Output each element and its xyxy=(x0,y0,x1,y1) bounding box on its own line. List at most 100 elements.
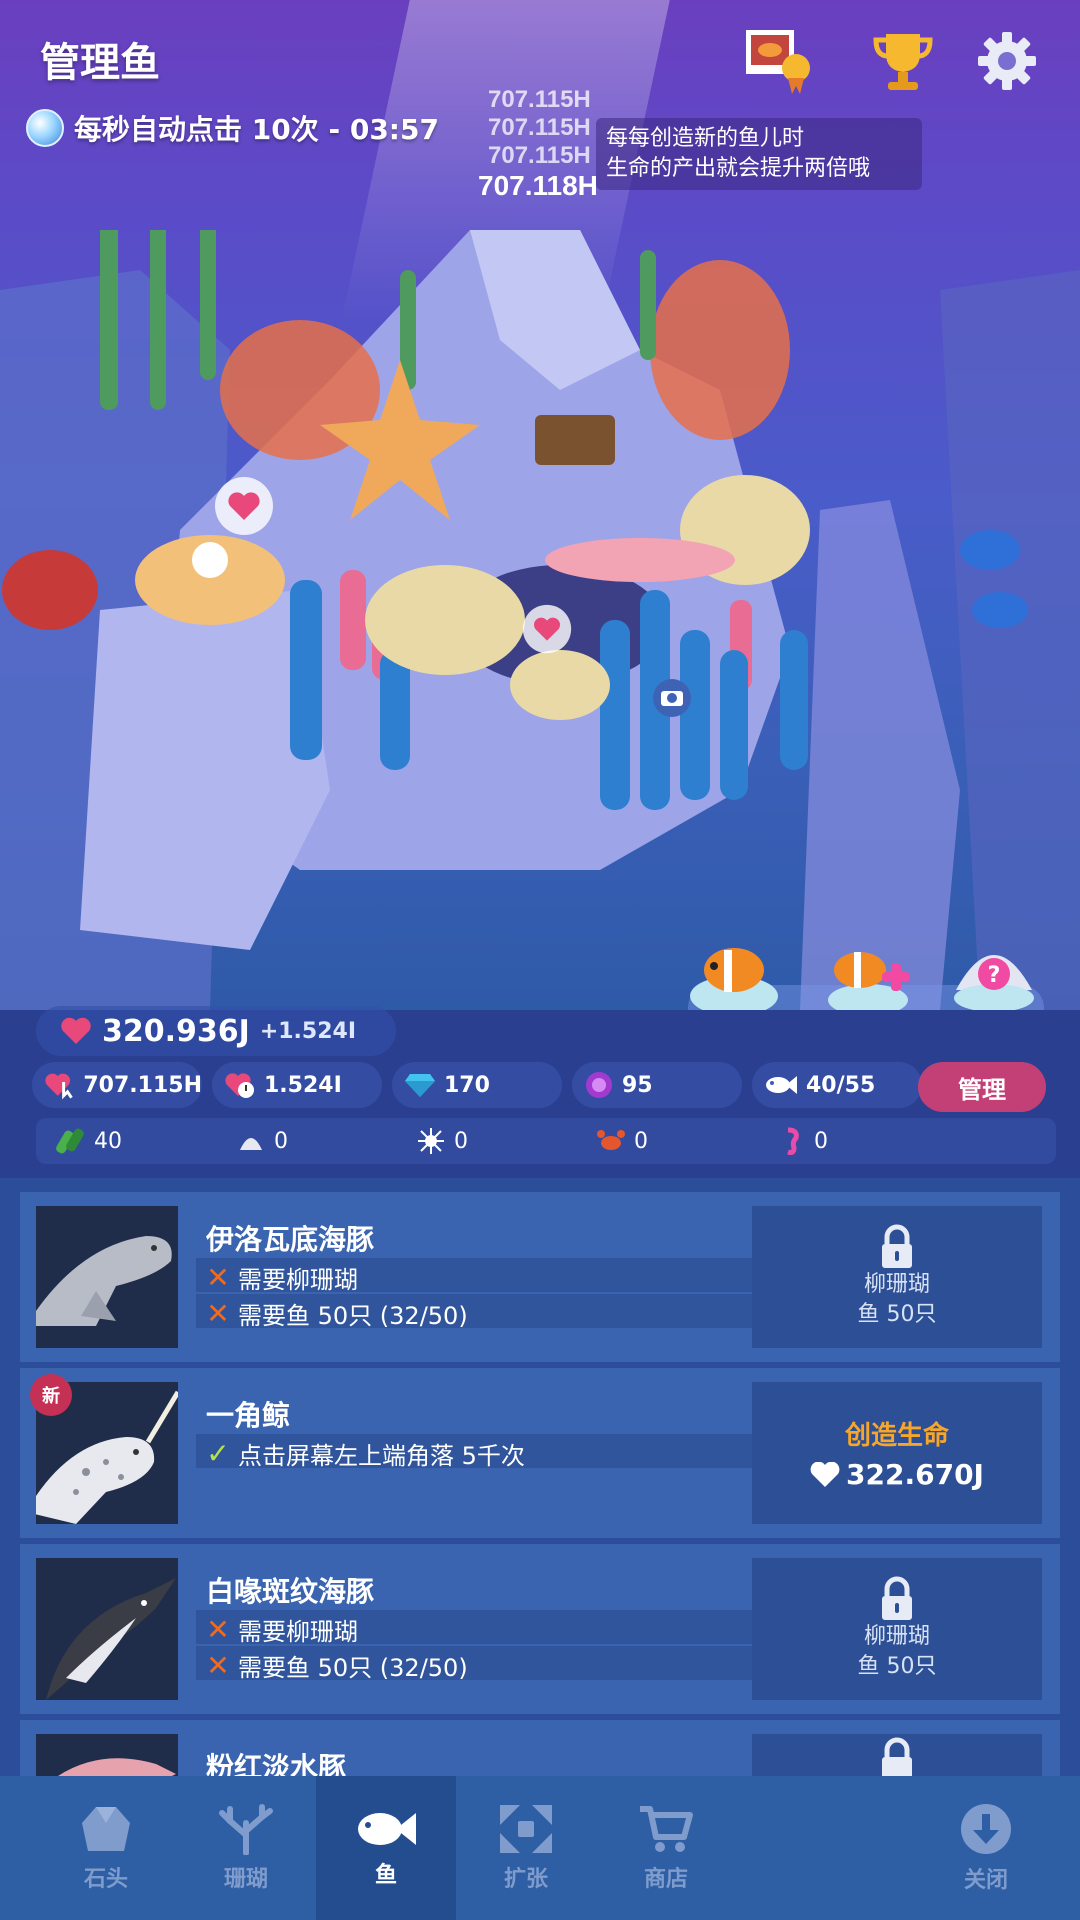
pearls-value: 95 xyxy=(622,1072,653,1098)
tab-label: 鱼 xyxy=(374,1863,397,1888)
life-rate-value: +1.524I xyxy=(259,1018,357,1044)
lock-requirement-label: 柳珊瑚 xyxy=(863,1272,930,1297)
manage-button[interactable]: 管理 xyxy=(918,1062,1046,1112)
fish-icon xyxy=(766,1076,797,1094)
tab-label: 石头 xyxy=(83,1867,128,1892)
tab-fish[interactable]: 鱼 xyxy=(316,1776,456,1920)
requirement-text: 需要柳珊瑚 xyxy=(238,1266,358,1294)
photo-album-icon[interactable] xyxy=(742,26,812,96)
create-cost-value: 322.670J xyxy=(846,1458,984,1491)
heart-icon xyxy=(61,1017,91,1044)
tab-label: 关闭 xyxy=(963,1868,1008,1893)
lock-icon xyxy=(882,1576,912,1620)
lock-requirement-label: 柳珊瑚 xyxy=(863,1624,930,1649)
lock-icon xyxy=(882,1224,912,1268)
fish-thumbnail xyxy=(36,1558,178,1700)
cross-icon: ✕ xyxy=(206,1649,230,1682)
fish-icon xyxy=(358,1813,416,1845)
fish-count-value: 40/55 xyxy=(806,1072,876,1098)
pearls-stat: 95 xyxy=(572,1062,742,1108)
tab-rock[interactable]: 石头 xyxy=(36,1776,176,1920)
cross-icon: ✕ xyxy=(206,1261,230,1294)
resource-crab: 0 xyxy=(576,1126,756,1156)
floating-number: 707.115H xyxy=(488,114,591,141)
list-item[interactable]: 白喙斑纹海豚 ✕ 需要柳珊瑚 ✕ 需要鱼 50只 (32/50) 柳珊瑚 鱼 5… xyxy=(20,1544,1060,1714)
mystery-shell-icon[interactable]: ? xyxy=(946,930,1042,1010)
fish-name: 粉红淡水豚 xyxy=(206,1751,347,1776)
clownfish-shell-icon[interactable] xyxy=(686,930,782,1010)
aquarium-scene[interactable]: 管理鱼 每秒自动点击 10次 - 03:57 707.115H 707.115H… xyxy=(0,0,1080,1010)
resource-value: 0 xyxy=(814,1128,828,1154)
fish-count-stat: 40/55 xyxy=(752,1062,922,1108)
resource-urchin: 0 xyxy=(396,1126,576,1156)
expand-icon xyxy=(500,1805,552,1853)
diamond-icon xyxy=(405,1074,435,1097)
fish-thumbnail xyxy=(36,1206,178,1348)
requirement-text: 点击屏幕左上端角落 5千次 xyxy=(238,1442,525,1470)
per-second-stat: 1.524I xyxy=(212,1062,382,1108)
pearl-icon xyxy=(586,1072,612,1098)
lock-requirement-label: 鱼 50只 xyxy=(857,1654,937,1679)
create-life-button[interactable]: 创造生命 322.670J xyxy=(752,1382,1042,1524)
urchin-icon xyxy=(418,1128,444,1154)
life-total-display: 320.936J +1.524I xyxy=(36,1006,396,1056)
resource-value: 0 xyxy=(274,1128,288,1154)
tip-message: 每每创造新的鱼儿时 生命的产出就会提升两倍哦 xyxy=(596,118,922,190)
heart-bubble-icon[interactable] xyxy=(522,604,572,654)
list-item[interactable]: 新 一角鲸 ✓ 点击屏幕左上端角落 5千次 创造生命 322.670J xyxy=(20,1368,1060,1538)
heart-clock-icon xyxy=(225,1073,254,1098)
new-badge: 新 xyxy=(30,1374,72,1416)
tab-coral[interactable]: 珊瑚 xyxy=(176,1776,316,1920)
list-item[interactable]: 粉红淡水豚 xyxy=(20,1720,1060,1776)
camera-icon[interactable] xyxy=(652,678,692,718)
irrawaddy-dolphin-image xyxy=(36,1236,172,1326)
fish-list[interactable]: 伊洛瓦底海豚 ✕ 需要柳珊瑚 ✕ 需要鱼 50只 (32/50) 柳珊瑚 鱼 5… xyxy=(0,1178,1080,1776)
auto-tap-label: 每秒自动点击 10次 - 03:57 xyxy=(74,113,439,146)
close-down-icon xyxy=(961,1804,1011,1854)
per-tap-value: 707.115H xyxy=(83,1072,202,1098)
page-title: 管理鱼 xyxy=(40,40,160,86)
heart-bubble-icon[interactable] xyxy=(214,476,274,536)
per-tap-stat: 707.115H xyxy=(32,1062,202,1108)
settings-gear-icon[interactable] xyxy=(972,26,1042,96)
seaweed-icon xyxy=(56,1128,84,1154)
resources-row: 40 0 0 0 0 xyxy=(36,1118,1056,1164)
create-life-label: 创造生命 xyxy=(844,1421,949,1451)
requirement-text: 需要鱼 50只 (32/50) xyxy=(238,1654,468,1682)
tab-label: 扩张 xyxy=(503,1867,548,1892)
trophy-icon[interactable] xyxy=(868,26,938,96)
stats-panel: 320.936J +1.524I 707.115H 1.524I 170 95 … xyxy=(20,1000,1060,1172)
auto-tap-orb-icon xyxy=(26,109,64,147)
resource-seaweed: 40 xyxy=(36,1126,216,1156)
lock-icon xyxy=(882,1737,912,1776)
locked-panel[interactable] xyxy=(752,1734,1042,1776)
per-second-value: 1.524I xyxy=(264,1072,342,1098)
floating-number: 707.115H xyxy=(488,86,591,113)
tab-shop[interactable]: 商店 xyxy=(596,1776,736,1920)
svg-text:?: ? xyxy=(988,963,1001,988)
add-fish-shell-icon[interactable] xyxy=(820,930,916,1010)
tab-label: 珊瑚 xyxy=(223,1867,268,1892)
heart-tap-icon xyxy=(45,1073,73,1100)
tab-close[interactable]: 关闭 xyxy=(916,1776,1056,1920)
resource-value: 0 xyxy=(634,1128,648,1154)
check-icon: ✓ xyxy=(206,1437,230,1470)
tip-line: 每每创造新的鱼儿时 xyxy=(606,126,805,151)
white-beaked-dolphin-image xyxy=(46,1578,176,1700)
cross-icon: ✕ xyxy=(206,1297,230,1330)
bottom-tab-bar: 石头 珊瑚 鱼 扩张 商店 关闭 xyxy=(0,1776,1080,1920)
gems-stat: 170 xyxy=(392,1062,562,1108)
tip-line: 生命的产出就会提升两倍哦 xyxy=(606,156,871,181)
auto-tap-status[interactable]: 每秒自动点击 10次 - 03:57 xyxy=(26,106,439,150)
lock-requirement-label: 鱼 50只 xyxy=(857,1302,937,1327)
resource-seahorse: 0 xyxy=(756,1126,936,1156)
locked-panel[interactable]: 柳珊瑚 鱼 50只 xyxy=(752,1206,1042,1348)
requirement-line: ✓ 点击屏幕左上端角落 5千次 xyxy=(204,1436,525,1471)
tab-expand[interactable]: 扩张 xyxy=(456,1776,596,1920)
locked-panel[interactable]: 柳珊瑚 鱼 50只 xyxy=(752,1558,1042,1700)
gems-value: 170 xyxy=(444,1072,490,1098)
tab-label: 商店 xyxy=(643,1867,688,1892)
list-item[interactable]: 伊洛瓦底海豚 ✕ 需要柳珊瑚 ✕ 需要鱼 50只 (32/50) 柳珊瑚 鱼 5… xyxy=(20,1192,1060,1362)
cross-icon: ✕ xyxy=(206,1613,230,1646)
crab-icon xyxy=(597,1130,625,1150)
